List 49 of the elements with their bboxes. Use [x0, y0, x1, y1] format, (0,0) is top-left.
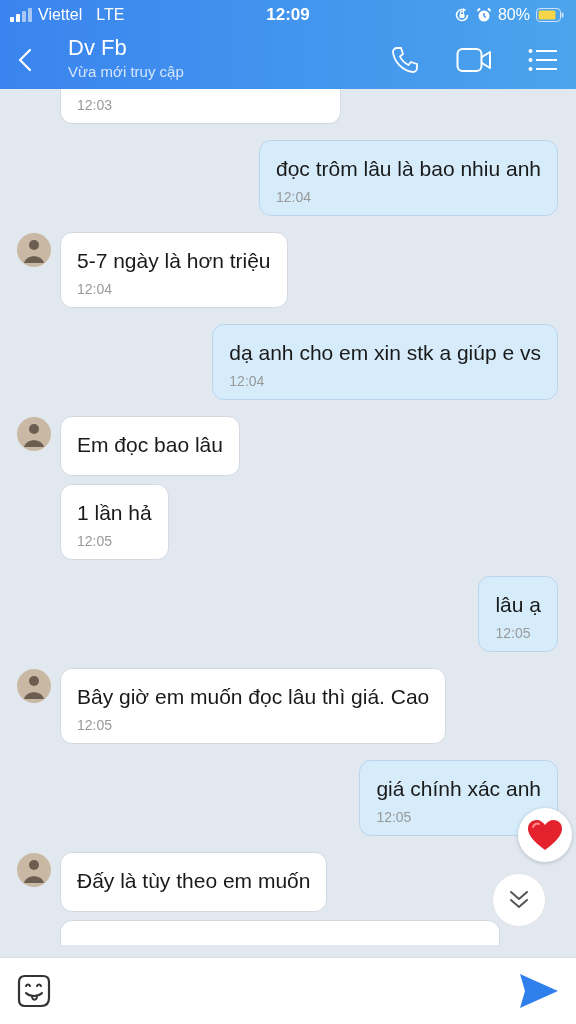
- battery-percent: 80%: [497, 6, 530, 24]
- message-bubble[interactable]: 1 lần hả 12:05: [60, 484, 169, 560]
- message-text: 5-7 ngày là hơn triệu: [77, 248, 271, 274]
- list-icon: [528, 47, 558, 72]
- message-text: Bây giờ em muốn đọc lâu thì giá. Cao: [77, 684, 430, 710]
- back-icon: [18, 47, 32, 72]
- message-bubble[interactable]: Bây giờ em muốn đọc lâu thì giá. Cao 12:05: [60, 668, 447, 744]
- sticker-icon[interactable]: [17, 974, 51, 1008]
- send-icon[interactable]: [519, 973, 559, 1009]
- message-time: 12:05: [376, 809, 413, 825]
- last-seen-status: Vừa mới truy cập: [68, 63, 185, 80]
- network-type: LTE: [96, 6, 125, 24]
- message-time: 12:05: [77, 717, 114, 733]
- message-time: 12:05: [77, 533, 114, 549]
- message-time: 12:04: [229, 373, 266, 389]
- carrier-name: Viettel: [38, 6, 83, 24]
- message-bubble[interactable]: dạ anh cho em xin stk a giúp e vs 12:04: [212, 324, 558, 400]
- message-time: 12:04: [77, 281, 114, 297]
- message-bubble[interactable]: Em đọc bao lâu: [60, 416, 240, 476]
- message-text: đọc trôm lâu là bao nhiu anh: [276, 156, 541, 182]
- message-time: 12:03: [77, 97, 114, 113]
- avatar[interactable]: [17, 417, 51, 451]
- avatar[interactable]: [17, 233, 51, 267]
- message-text: giá chính xác anh: [376, 776, 541, 802]
- message-bubble[interactable]: lâu ạ 12:05: [478, 576, 558, 652]
- message-bubble[interactable]: đọc trôm lâu là bao nhiu anh 12:04: [259, 140, 558, 216]
- message-bubble[interactable]: giá chính xác anh 12:05: [359, 760, 558, 836]
- message-time: 12:05: [495, 625, 532, 641]
- message-text: Em đọc bao lâu: [77, 432, 223, 458]
- message-bubble[interactable]: Đấy là tùy theo em muốn: [60, 852, 328, 912]
- battery-icon: [536, 8, 564, 22]
- heart-icon: [527, 819, 563, 851]
- phone-icon: [390, 44, 420, 75]
- double-chevron-down-icon: [508, 889, 530, 911]
- signal-icon: [10, 8, 32, 22]
- video-camera-icon: [456, 46, 492, 73]
- rotation-lock-icon: [453, 7, 470, 23]
- reaction-button[interactable]: [518, 808, 572, 862]
- message-text: lâu ạ: [495, 592, 541, 618]
- avatar[interactable]: [17, 853, 51, 887]
- message-text: Đấy là tùy theo em muốn: [77, 868, 311, 894]
- alarm-icon: [475, 7, 492, 23]
- chat-title: Dv Fb: [68, 35, 128, 61]
- message-time: 12:04: [276, 189, 313, 205]
- clock-time: 12:09: [266, 5, 310, 25]
- avatar[interactable]: [17, 669, 51, 703]
- message-bubble[interactable]: 5-7 ngày là hơn triệu 12:04: [60, 232, 288, 308]
- message-text: 1 lần hả: [77, 500, 152, 526]
- message-text: dạ anh cho em xin stk a giúp e vs: [229, 340, 541, 366]
